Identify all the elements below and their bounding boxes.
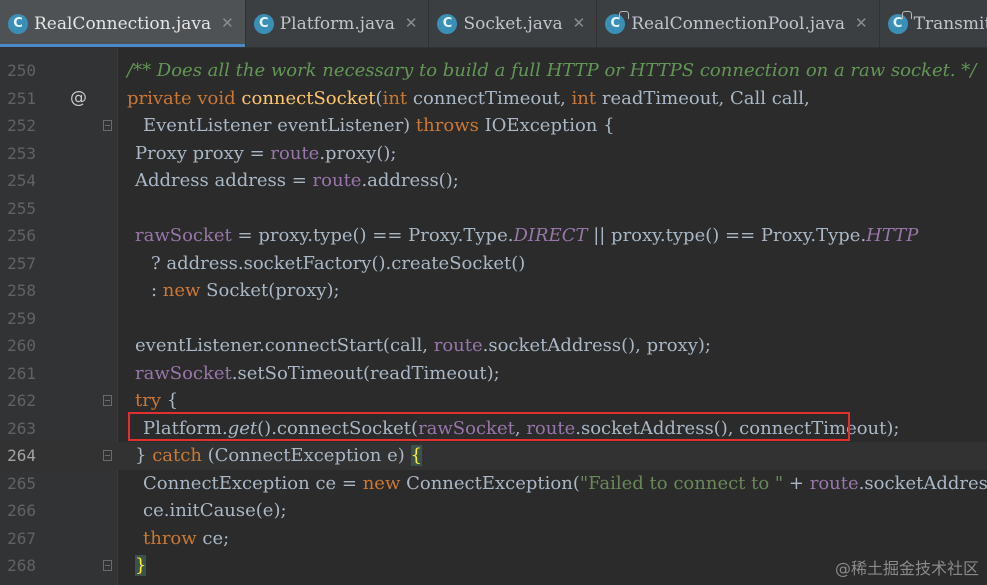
- line-number: 258: [7, 281, 36, 300]
- line-number: 254: [7, 171, 36, 190]
- tab-realconnection[interactable]: C RealConnection.java ✕: [0, 0, 246, 47]
- code-text: : new Socket(proxy);: [151, 280, 340, 301]
- code-text: ConnectException ce = new ConnectExcepti…: [143, 472, 987, 494]
- code-line: 251 @ private void connectSocket(int con…: [0, 85, 987, 113]
- code-text: /** Does all the work necessary to build…: [127, 60, 977, 81]
- line-number: 263: [7, 418, 36, 438]
- line-number: 253: [7, 143, 36, 163]
- watermark: @稀土掘金技术社区: [834, 559, 979, 578]
- code-line: 259: [0, 305, 987, 333]
- tab-transmitter[interactable]: C Transmitter: [880, 0, 987, 47]
- code-text: throw ce;: [143, 527, 230, 549]
- code-text: EventListener eventListener) throws IOEx…: [143, 115, 615, 136]
- line-number: 268: [7, 556, 36, 575]
- fold-icon[interactable]: [103, 450, 112, 461]
- code-line: 255: [0, 195, 987, 223]
- tab-label: RealConnectionPool.java: [631, 13, 846, 34]
- line-number: 264: [7, 446, 36, 465]
- editor-tab-bar: C RealConnection.java ✕ C Platform.java …: [0, 0, 987, 48]
- code-line: 250 /** Does all the work necessary to b…: [0, 57, 987, 85]
- java-class-icon: C: [437, 13, 458, 34]
- line-number: 262: [7, 391, 36, 410]
- java-class-icon: C: [605, 10, 630, 34]
- code-line: 254 Address address = route.address();: [0, 167, 987, 195]
- lock-icon: [619, 10, 630, 19]
- code-line: 253 Proxy proxy = route.proxy();: [0, 140, 987, 168]
- code-editor[interactable]: 250 /** Does all the work necessary to b…: [0, 48, 987, 585]
- close-icon[interactable]: ✕: [573, 16, 586, 31]
- code-text: rawSocket = proxy.type() == Proxy.Type.D…: [135, 225, 919, 246]
- code-text: }: [135, 552, 147, 580]
- highlight-annotation-box: [128, 412, 850, 441]
- code-line: 261 rawSocket.setSoTimeout(readTimeout);: [0, 360, 987, 388]
- code-text: ce.initCause(e);: [143, 500, 287, 521]
- tab-platform[interactable]: C Platform.java ✕: [246, 0, 430, 47]
- tab-label: RealConnection.java: [34, 13, 212, 34]
- tab-label: Platform.java: [279, 13, 395, 34]
- code-text: } catch (ConnectException e) {: [135, 445, 422, 466]
- code-text: private void connectSocket(int connectTi…: [127, 87, 810, 109]
- brace-match: }: [135, 555, 147, 576]
- java-class-icon: C: [8, 13, 28, 34]
- override-marker-icon[interactable]: @: [70, 85, 87, 113]
- code-line: 262 try {: [0, 387, 987, 415]
- line-number: 251: [7, 88, 36, 108]
- code-line: 256 rawSocket = proxy.type() == Proxy.Ty…: [0, 222, 987, 250]
- code-line-current: 264 } catch (ConnectException e) {: [0, 442, 987, 470]
- close-icon[interactable]: ✕: [855, 16, 868, 31]
- code-line: 267 throw ce;: [0, 525, 987, 553]
- line-number: 255: [7, 198, 36, 218]
- brace-match: {: [410, 445, 422, 466]
- line-number: 265: [7, 473, 36, 493]
- line-number: 250: [7, 61, 36, 80]
- java-class-icon: C: [887, 10, 912, 34]
- line-number: 260: [7, 336, 36, 355]
- code-line: 258 : new Socket(proxy);: [0, 277, 987, 305]
- java-class-icon: C: [253, 13, 274, 34]
- code-line: 252 EventListener eventListener) throws …: [0, 112, 987, 140]
- line-number: 252: [7, 116, 36, 135]
- line-number: 261: [7, 363, 36, 383]
- close-icon[interactable]: ✕: [405, 16, 418, 31]
- tab-label: Socket.java: [463, 13, 563, 34]
- fold-icon[interactable]: [103, 560, 112, 571]
- close-icon[interactable]: ✕: [221, 16, 234, 31]
- code-line: 260 eventListener.connectStart(call, rou…: [0, 332, 987, 360]
- tab-label: Transmitter: [913, 13, 987, 34]
- line-number: 256: [7, 226, 36, 245]
- code-text: rawSocket.setSoTimeout(readTimeout);: [135, 362, 500, 384]
- line-number: 267: [7, 528, 36, 548]
- lock-icon: [901, 10, 912, 19]
- tab-socket[interactable]: C Socket.java ✕: [429, 0, 598, 47]
- code-line: 257 ? address.socketFactory().createSock…: [0, 250, 987, 278]
- code-text: Address address = route.address();: [135, 170, 459, 191]
- line-number: 259: [7, 308, 36, 328]
- code-text: ? address.socketFactory().createSocket(): [151, 252, 526, 274]
- line-number: 266: [7, 501, 36, 520]
- code-line: 265 ConnectException ce = new ConnectExc…: [0, 470, 987, 498]
- fold-icon[interactable]: [103, 395, 112, 406]
- fold-icon[interactable]: [103, 120, 112, 131]
- code-text: Proxy proxy = route.proxy();: [135, 142, 397, 164]
- code-text: try {: [135, 390, 179, 411]
- code-text: eventListener.connectStart(call, route.s…: [135, 335, 711, 356]
- line-number: 257: [7, 253, 36, 273]
- tab-realconnectionpool[interactable]: C RealConnectionPool.java ✕: [597, 0, 880, 47]
- code-line: 266 ce.initCause(e);: [0, 497, 987, 525]
